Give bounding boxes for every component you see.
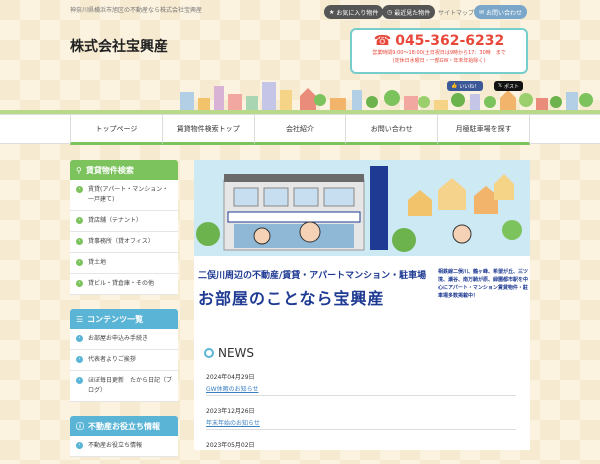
- contact-button[interactable]: ✉ お問い合わせ: [474, 5, 528, 19]
- sitemap-link[interactable]: サイトマップ: [438, 8, 474, 17]
- news-item: 2024年04月29日 GW休暇のお知らせ: [206, 372, 516, 396]
- global-nav-bar: トップページ 賃貸物件検索トップ 会社紹介 お問い合わせ 月極駐車場を探す: [0, 114, 600, 145]
- rental-search-list: › 賃貸(アパート・マンション・一戸建て) › 貸店舗（テナント） › 貸事務所（貸オ…: [70, 180, 178, 295]
- tips-heading: ⓘ 不動産お役立ち情報: [70, 416, 178, 436]
- rental-search-heading: ⚲ 賃貸物件検索: [70, 160, 178, 180]
- phone-number[interactable]: 045-362-6232: [395, 33, 504, 49]
- contents-list: › お部屋お申込み手続き › 代表者よりご挨拶 › ほぼ毎日更新 たから日記（ブログ）: [70, 329, 178, 402]
- favorites-button[interactable]: ★ お気に入り物件: [324, 5, 384, 19]
- sidebar-item-building[interactable]: › 貸ビル・貸倉庫・その他: [70, 274, 178, 295]
- info-icon: ⓘ: [76, 421, 84, 431]
- nav-parking[interactable]: 月極駐車場を探す: [437, 115, 530, 145]
- chevron-right-icon: ›: [76, 217, 83, 224]
- news-item: 2023年05月02日: [206, 440, 516, 464]
- company-logo[interactable]: 株式会社宝興産: [70, 36, 168, 56]
- sidebar: ⚲ 賃貸物件検索 › 賃貸(アパート・マンション・一戸建て) › 貸店舗（テナント）…: [70, 160, 178, 457]
- hero-title: お部屋のことなら宝興産: [198, 289, 385, 308]
- mail-icon: ✉: [479, 8, 485, 16]
- chevron-right-icon: ›: [76, 377, 83, 384]
- news-date: 2023年12月26日: [206, 408, 255, 415]
- sidebar-item-tips[interactable]: › 不動産お役立ち情報: [70, 436, 178, 457]
- sidebar-item-application[interactable]: › お部屋お申込み手続き: [70, 329, 178, 350]
- hero-banner[interactable]: 二俣川周辺の不動産/賃貸・アパートマンション・駐車場 お部屋のことなら宝興産 相…: [194, 160, 530, 332]
- thumbs-up-icon: 👍: [451, 83, 458, 89]
- sidebar-item-greeting[interactable]: › 代表者よりご挨拶: [70, 350, 178, 371]
- townscape-illustration: [0, 82, 600, 114]
- sidebar-item-office[interactable]: › 貸事務所（貸オフィス）: [70, 232, 178, 253]
- global-nav: トップページ 賃貸物件検索トップ 会社紹介 お問い合わせ 月極駐車場を探す: [70, 115, 530, 145]
- nav-contact[interactable]: お問い合わせ: [345, 115, 438, 145]
- sidebar-item-land[interactable]: › 貸土地: [70, 253, 178, 274]
- sidebar-item-shop[interactable]: › 貸店舗（テナント）: [70, 211, 178, 232]
- chevron-right-icon: ›: [76, 442, 83, 449]
- recent-button[interactable]: ◷ 最近見た物件: [382, 5, 436, 19]
- x-logo-icon: 𝕏: [498, 83, 503, 89]
- news-section: NEWS 2024年04月29日 GW休暇のお知らせ 2023年12月26日 年…: [194, 332, 530, 450]
- list-icon: ☰: [76, 314, 84, 324]
- nav-company[interactable]: 会社紹介: [253, 115, 346, 145]
- chevron-right-icon: ›: [76, 356, 83, 363]
- contents-heading: ☰ コンテンツ一覧: [70, 309, 178, 329]
- news-heading: NEWS: [204, 346, 254, 360]
- news-date: 2024年04月29日: [206, 374, 255, 381]
- clock-icon: ◷: [387, 8, 393, 16]
- chevron-right-icon: ›: [76, 335, 83, 342]
- business-hours: 営業時間9:00～18:00(土日祝日は9時から17：30時 まで: [372, 50, 506, 56]
- chevron-right-icon: ›: [76, 238, 83, 245]
- star-icon: ★: [329, 8, 335, 16]
- nav-rental-search[interactable]: 賃貸物件検索トップ: [161, 115, 254, 145]
- chevron-right-icon: ›: [76, 186, 83, 193]
- news-item: 2023年12月26日 年末年始のお知らせ: [206, 406, 516, 430]
- holiday-note: (定休日水曜日・一部GW・年末年始除く): [392, 58, 486, 64]
- news-link[interactable]: GW休暇のお知らせ: [206, 384, 516, 393]
- tips-list: › 不動産お役立ち情報: [70, 436, 178, 457]
- phone-box: ☎ 045-362-6232 営業時間9:00～18:00(土日祝日は9時から1…: [350, 28, 528, 74]
- hero-description: 相鉄線二俣川、鶴ヶ峰、希望が丘、三ツ境、瀬谷、南万騎が原、緑園都市駅を中心にアパ…: [438, 269, 529, 299]
- sidebar-item-apartment[interactable]: › 賃貸(アパート・マンション・一戸建て): [70, 180, 178, 211]
- x-post-button[interactable]: 𝕏 ポスト: [494, 81, 524, 91]
- search-icon: ⚲: [76, 165, 82, 175]
- news-date: 2023年05月02日: [206, 442, 255, 449]
- chevron-right-icon: ›: [76, 259, 83, 266]
- circle-icon: [204, 348, 214, 358]
- chevron-right-icon: ›: [76, 280, 83, 287]
- news-link[interactable]: 年末年始のお知らせ: [206, 418, 516, 427]
- phone-icon: ☎: [373, 33, 392, 49]
- facebook-like-button[interactable]: 👍 いいね！: [447, 81, 484, 91]
- hero-subtitle: 二俣川周辺の不動産/賃貸・アパートマンション・駐車場: [198, 271, 427, 281]
- site-tagline: 神奈川県横浜市旭区の不動産なら株式会社宝興産: [70, 7, 203, 14]
- nav-top[interactable]: トップページ: [70, 115, 162, 145]
- sidebar-item-blog[interactable]: › ほぼ毎日更新 たから日記（ブログ）: [70, 371, 178, 402]
